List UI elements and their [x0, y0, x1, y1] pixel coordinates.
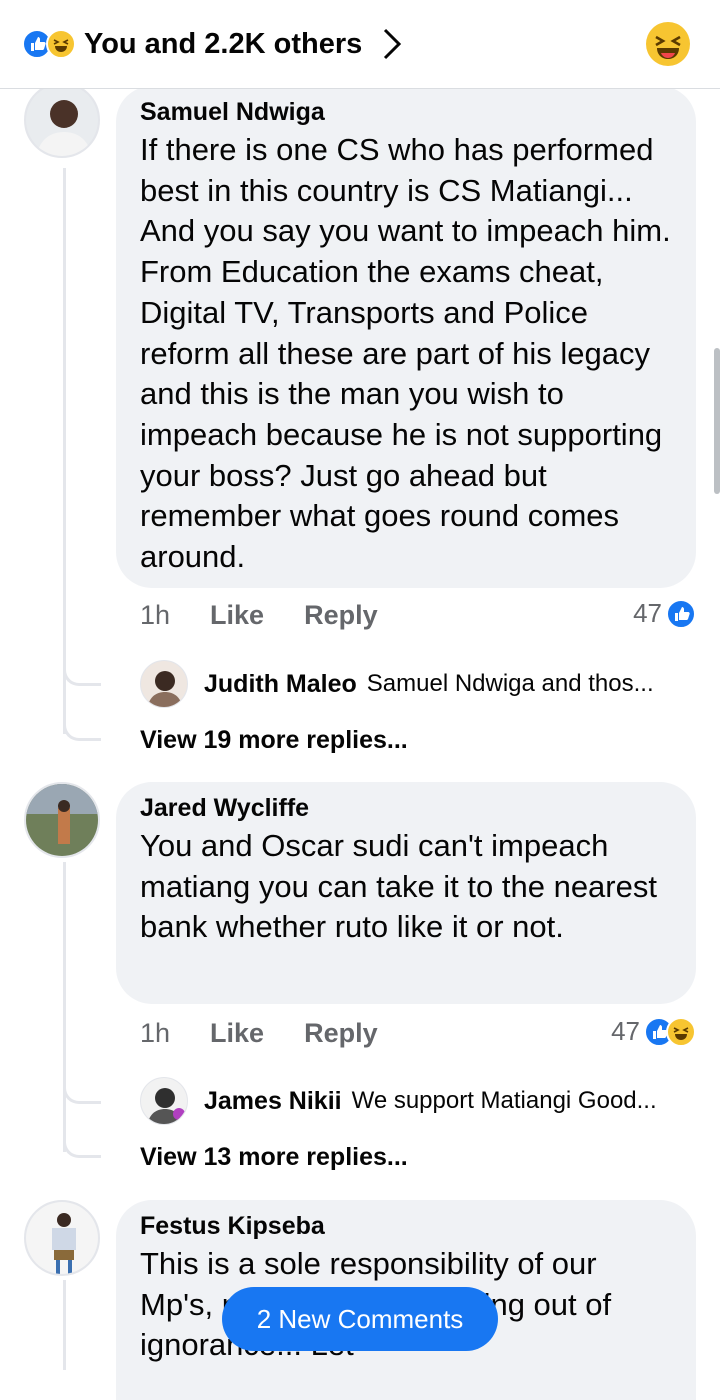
reply-text: We support Matiangi Good... — [351, 1087, 657, 1114]
comment-text: You and Oscar sudi can't impeach matiang… — [140, 828, 657, 945]
reply-text: Samuel Ndwiga and thos... — [366, 670, 654, 697]
comment-author[interactable]: Festus Kipseba — [140, 1210, 672, 1242]
reaction-count[interactable]: 47 — [633, 598, 696, 629]
like-icon — [666, 598, 696, 629]
reaction-count-value: 47 — [633, 598, 662, 628]
haha-icon[interactable] — [646, 22, 690, 66]
thread-connector — [63, 1132, 101, 1158]
chevron-right-icon — [384, 28, 402, 60]
like-button[interactable]: Like — [210, 600, 264, 631]
comment-actions: 1h Like Reply — [140, 1018, 418, 1049]
reply-author[interactable]: James Nikii — [204, 1087, 342, 1116]
haha-icon — [46, 29, 76, 59]
thread-line — [63, 862, 66, 1152]
comment-bubble[interactable]: Samuel Ndwiga If there is one CS who has… — [116, 86, 696, 588]
reply-button[interactable]: Reply — [304, 1018, 378, 1049]
reaction-count[interactable]: 47 — [611, 1016, 696, 1047]
scrollbar[interactable] — [714, 348, 720, 494]
reply-button[interactable]: Reply — [304, 600, 378, 631]
thread-line — [63, 1280, 66, 1370]
avatar[interactable] — [24, 1200, 100, 1276]
comment-author[interactable]: Jared Wycliffe — [140, 792, 672, 824]
reply-preview[interactable]: James Nikii We support Matiangi Good... — [140, 1077, 657, 1125]
reactions-header: You and 2.2K others — [0, 0, 720, 89]
avatar[interactable] — [24, 782, 100, 858]
comment-bubble[interactable]: Jared Wycliffe You and Oscar sudi can't … — [116, 782, 696, 1004]
comment-text: If there is one CS who has performed bes… — [140, 132, 671, 575]
view-more-replies-link[interactable]: View 19 more replies... — [140, 726, 408, 755]
view-more-replies-link[interactable]: View 13 more replies... — [140, 1143, 408, 1172]
avatar[interactable] — [140, 1077, 188, 1125]
comment-author[interactable]: Samuel Ndwiga — [140, 96, 672, 128]
new-comments-button[interactable]: 2 New Comments — [222, 1287, 498, 1351]
thread-connector — [63, 1078, 101, 1104]
avatar[interactable] — [140, 660, 188, 708]
reactions-summary[interactable]: You and 2.2K others — [22, 24, 402, 64]
thread-line — [63, 168, 66, 734]
thread-connector — [63, 660, 101, 686]
reply-author[interactable]: Judith Maleo — [204, 670, 357, 699]
reactions-summary-text: You and 2.2K others — [84, 27, 363, 60]
like-button[interactable]: Like — [210, 1018, 264, 1049]
reaction-count-value: 47 — [611, 1016, 640, 1046]
avatar[interactable] — [24, 82, 100, 158]
thread-connector — [63, 715, 101, 741]
comment-time: 1h — [140, 600, 171, 630]
reply-preview[interactable]: Judith Maleo Samuel Ndwiga and thos... — [140, 660, 654, 708]
comment-actions: 1h Like Reply — [140, 600, 418, 631]
haha-icon — [666, 1016, 696, 1047]
comment-time: 1h — [140, 1018, 171, 1048]
